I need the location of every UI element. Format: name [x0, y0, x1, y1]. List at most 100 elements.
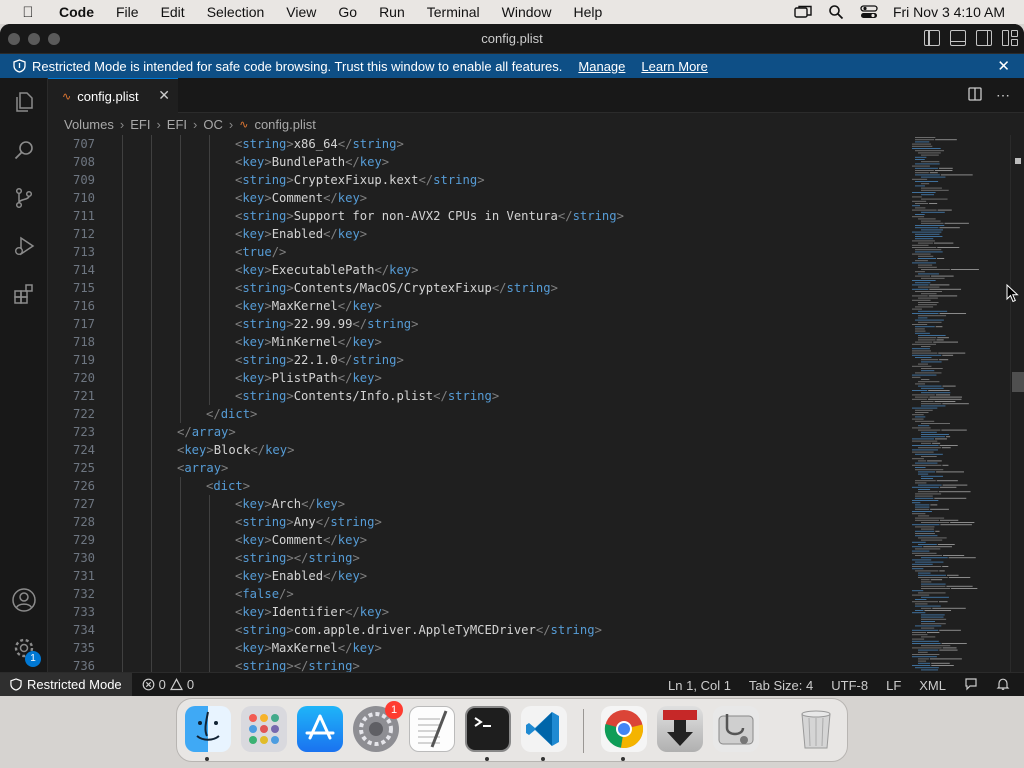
tab-size-indicator[interactable]: Tab Size: 4	[749, 678, 813, 693]
manage-link[interactable]: Manage	[578, 59, 625, 74]
menu-help[interactable]: Help	[562, 4, 613, 20]
menu-run[interactable]: Run	[368, 4, 416, 20]
control-center-icon[interactable]	[858, 0, 880, 24]
menu-edit[interactable]: Edit	[150, 4, 196, 20]
dock-system-settings[interactable]: 1	[353, 701, 403, 752]
code-line[interactable]: 717 <string>22.99.99</string>	[48, 315, 910, 333]
code-line[interactable]: 732 <false/>	[48, 585, 910, 603]
code-line[interactable]: 711 <string>Support for non-AVX2 CPUs in …	[48, 207, 910, 225]
code-line[interactable]: 733 <key>Identifier</key>	[48, 603, 910, 621]
code-line[interactable]: 720 <key>PlistPath</key>	[48, 369, 910, 387]
dock-trash[interactable]	[793, 706, 839, 752]
extensions-icon[interactable]	[0, 270, 48, 318]
code-line[interactable]: 734 <string>com.apple.driver.AppleTyMCEDr…	[48, 621, 910, 639]
code-line[interactable]: 710 <key>Comment</key>	[48, 189, 910, 207]
code-line[interactable]: 721 <string>Contents/Info.plist</string>	[48, 387, 910, 405]
customize-layout-icon[interactable]	[1002, 30, 1018, 46]
minimap[interactable]	[910, 135, 1014, 672]
learn-more-link[interactable]: Learn More	[641, 59, 707, 74]
code-line[interactable]: 723 </array>	[48, 423, 910, 441]
toggle-primary-sidebar-icon[interactable]	[924, 30, 940, 46]
code-line[interactable]: 724 <key>Block</key>	[48, 441, 910, 459]
dock-terminal[interactable]	[465, 706, 511, 752]
search-icon[interactable]	[0, 126, 48, 174]
menu-view[interactable]: View	[275, 4, 327, 20]
explorer-icon[interactable]	[0, 78, 48, 126]
code-line[interactable]: 730 <string></string>	[48, 549, 910, 567]
title-bar: config.plist	[0, 24, 1024, 54]
source-control-icon[interactable]	[0, 174, 48, 222]
menu-terminal[interactable]: Terminal	[416, 4, 491, 20]
split-editor-icon[interactable]	[968, 87, 982, 104]
tab-config-plist[interactable]: ∿ config.plist ✕	[48, 78, 178, 113]
restricted-mode-status[interactable]: Restricted Mode	[0, 673, 132, 696]
close-icon[interactable]: ✕	[997, 57, 1010, 75]
breadcrumb-item-volumes[interactable]: Volumes	[64, 117, 114, 132]
indent-guide	[122, 297, 123, 315]
feedback-icon[interactable]	[964, 677, 978, 694]
cursor-position[interactable]: Ln 1, Col 1	[668, 678, 731, 693]
code-line[interactable]: 729 <key>Comment</key>	[48, 531, 910, 549]
vertical-scrollbar[interactable]	[1010, 135, 1024, 672]
code-line[interactable]: 712 <key>Enabled</key>	[48, 225, 910, 243]
menu-go[interactable]: Go	[327, 4, 368, 20]
spotlight-search-icon[interactable]	[825, 0, 847, 24]
breadcrumb-item-efi[interactable]: EFI	[130, 117, 150, 132]
code-editor[interactable]: 707 <string>x86_64</string> 708 <key>Bundle…	[48, 135, 910, 672]
dock-disk-utility[interactable]	[713, 706, 759, 752]
dock-finder[interactable]	[185, 706, 231, 752]
code-line[interactable]: 714 <key>ExecutablePath</key>	[48, 261, 910, 279]
menu-selection[interactable]: Selection	[196, 4, 276, 20]
close-icon[interactable]: ✕	[158, 87, 170, 104]
minimap-line	[918, 258, 937, 259]
code-line[interactable]: 709 <string>CryptexFixup.kext</string>	[48, 171, 910, 189]
code-line[interactable]: 722 </dict>	[48, 405, 910, 423]
code-line[interactable]: 726 <dict>	[48, 477, 910, 495]
code-line[interactable]: 736 <string></string>	[48, 657, 910, 672]
notifications-bell-icon[interactable]	[996, 677, 1010, 694]
minimap-line	[912, 365, 932, 367]
apple-logo-icon[interactable]: 	[18, 4, 38, 21]
problems-status[interactable]: 0 0	[142, 677, 194, 692]
breadcrumb-item-efi-inner[interactable]: EFI	[167, 117, 187, 132]
screen-mirroring-icon[interactable]	[792, 0, 814, 24]
menu-code[interactable]: Code	[48, 4, 105, 20]
dock-visual-studio-code[interactable]	[521, 706, 567, 752]
code-line[interactable]: 719 <string>22.1.0</string>	[48, 351, 910, 369]
zoom-window-button[interactable]	[48, 32, 60, 45]
settings-gear-icon[interactable]: 1	[0, 624, 48, 672]
more-actions-icon[interactable]: ⋯	[996, 87, 1010, 104]
dock-launchpad[interactable]	[241, 706, 287, 752]
minimize-window-button[interactable]	[28, 32, 40, 45]
error-count: 0	[158, 677, 166, 692]
code-line[interactable]: 707 <string>x86_64</string>	[48, 135, 910, 153]
code-line[interactable]: 725 <array>	[48, 459, 910, 477]
menu-window[interactable]: Window	[491, 4, 563, 20]
toggle-panel-icon[interactable]	[950, 30, 966, 46]
dock-app-store[interactable]	[297, 706, 343, 752]
code-line[interactable]: 715 <string>Contents/MacOS/CryptexFixup</…	[48, 279, 910, 297]
close-window-button[interactable]	[8, 32, 20, 45]
run-and-debug-icon[interactable]	[0, 222, 48, 270]
code-line[interactable]: 716 <key>MaxKernel</key>	[48, 297, 910, 315]
code-line[interactable]: 728 <string>Any</string>	[48, 513, 910, 531]
encoding-indicator[interactable]: UTF-8	[831, 678, 868, 693]
menu-file[interactable]: File	[105, 4, 150, 20]
account-icon[interactable]	[0, 576, 48, 624]
code-line[interactable]: 713 <true/>	[48, 243, 910, 261]
code-line[interactable]: 708 <key>BundlePath</key>	[48, 153, 910, 171]
language-mode[interactable]: XML	[919, 678, 946, 693]
breadcrumb-item-oc[interactable]: OC	[203, 117, 223, 132]
code-line[interactable]: 735 <key>MaxKernel</key>	[48, 639, 910, 657]
eol-indicator[interactable]: LF	[886, 678, 901, 693]
code-line[interactable]: 731 <key>Enabled</key>	[48, 567, 910, 585]
dock-downloader-app[interactable]	[657, 706, 703, 752]
code-line[interactable]: 727 <key>Arch</key>	[48, 495, 910, 513]
menu-bar-clock[interactable]: Fri Nov 3 4:10 AM	[893, 4, 1005, 20]
dock-google-chrome[interactable]	[601, 706, 647, 752]
breadcrumb-item-file[interactable]: config.plist	[254, 117, 315, 132]
dock-textedit[interactable]	[409, 706, 455, 752]
code-line[interactable]: 718 <key>MinKernel</key>	[48, 333, 910, 351]
scrollbar-thumb[interactable]	[1012, 372, 1024, 392]
toggle-secondary-sidebar-icon[interactable]	[976, 30, 992, 46]
